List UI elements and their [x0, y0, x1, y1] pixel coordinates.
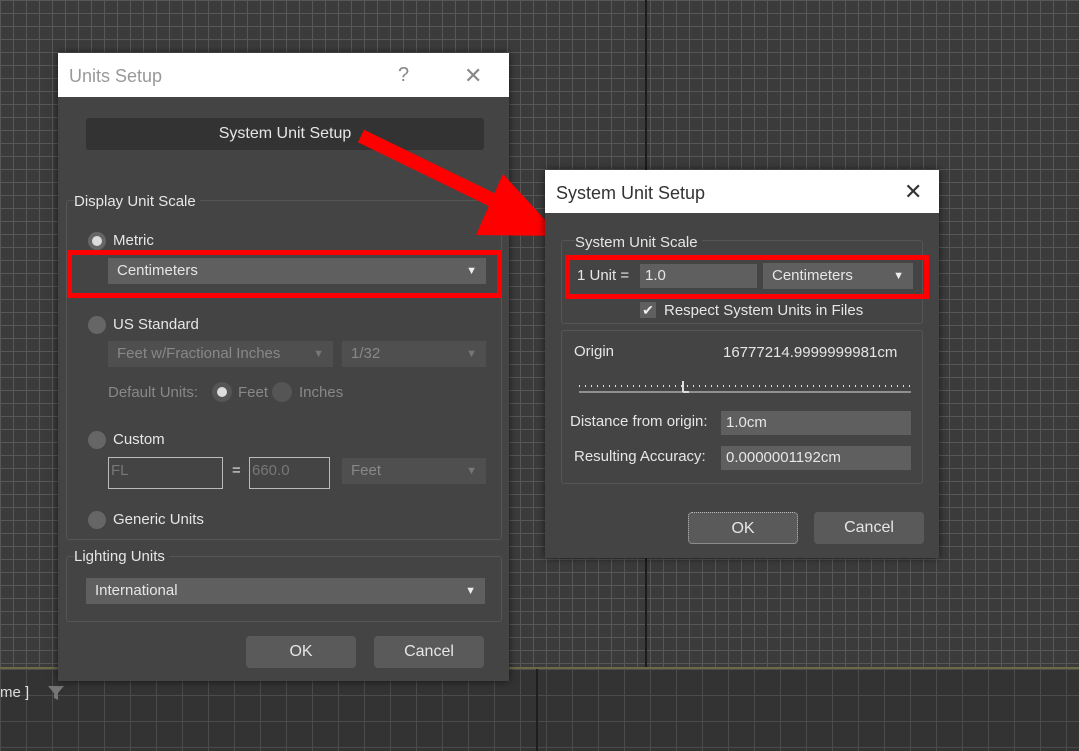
cancel-button[interactable]: Cancel — [814, 512, 924, 544]
us-units-value: Feet w/Fractional Inches — [117, 345, 281, 362]
chevron-down-icon: ▼ — [466, 465, 477, 477]
chevron-down-icon: ▼ — [466, 348, 477, 360]
custom-label: Custom — [113, 431, 165, 448]
ok-button[interactable]: OK — [246, 636, 356, 668]
timeline-area — [0, 669, 1079, 751]
distance-label: Distance from origin: — [570, 413, 708, 430]
dialog-title: System Unit Setup — [556, 183, 706, 203]
generic-units-radio[interactable] — [88, 511, 106, 529]
generic-units-label: Generic Units — [113, 511, 204, 528]
distance-field[interactable]: 1.0cm — [721, 411, 911, 435]
metric-label: Metric — [113, 232, 154, 249]
filter-icon[interactable] — [47, 685, 65, 701]
metric-radio[interactable] — [88, 232, 106, 250]
respect-units-checkbox[interactable]: ✔ — [640, 302, 656, 318]
feet-radio[interactable] — [212, 382, 232, 402]
system-unit-scale-title: System Unit Scale — [575, 234, 702, 251]
us-units-dropdown[interactable]: Feet w/Fractional Inches ▼ — [108, 341, 333, 367]
custom-unit-value: Feet — [351, 462, 382, 479]
origin-slider[interactable] — [579, 378, 911, 398]
us-fraction-value: 1/32 — [351, 345, 381, 362]
inches-label: Inches — [299, 384, 344, 401]
system-unit-titlebar: System Unit Setup ✕ — [545, 170, 939, 213]
custom-radio[interactable] — [88, 431, 106, 449]
us-standard-radio[interactable] — [88, 316, 106, 334]
display-unit-scale-title: Display Unit Scale — [74, 193, 200, 210]
frame-label: me ] — [0, 684, 30, 701]
annotation-arrow — [357, 129, 560, 236]
custom-name-field[interactable]: FL — [108, 457, 223, 489]
highlight-box-system-unit — [565, 255, 929, 299]
ok-button[interactable]: OK — [688, 512, 798, 544]
origin-value: 16777214.9999999981cm — [723, 344, 898, 361]
chevron-down-icon: ▼ — [313, 348, 324, 360]
accuracy-label: Resulting Accuracy: — [574, 448, 706, 465]
lighting-units-title: Lighting Units — [74, 548, 169, 565]
cancel-button[interactable]: Cancel — [374, 636, 484, 668]
equals-sign: = — [232, 462, 241, 479]
close-icon[interactable]: ✕ — [464, 63, 482, 89]
system-unit-setup-dialog: System Unit Setup ✕ System Unit Scale 1 … — [545, 170, 939, 558]
default-units-label: Default Units: — [108, 384, 199, 401]
feet-label: Feet — [238, 384, 269, 401]
us-fraction-dropdown[interactable]: 1/32 ▼ — [342, 341, 486, 367]
origin-label: Origin — [574, 343, 615, 360]
inches-radio[interactable] — [272, 382, 292, 402]
us-standard-label: US Standard — [113, 316, 199, 333]
close-icon[interactable]: ✕ — [904, 179, 922, 205]
timeline-split — [536, 669, 538, 751]
accuracy-field: 0.0000001192cm — [721, 446, 911, 470]
respect-units-label: Respect System Units in Files — [664, 302, 864, 319]
highlight-box-metric — [67, 250, 502, 298]
custom-unit-dropdown[interactable]: Feet ▼ — [342, 458, 486, 484]
custom-value-field[interactable]: 660.0 — [249, 457, 330, 489]
chevron-down-icon: ▼ — [465, 585, 476, 597]
help-icon[interactable]: ? — [398, 64, 409, 87]
dialog-title: Units Setup — [69, 66, 163, 86]
units-setup-titlebar: Units Setup ? ✕ — [58, 53, 509, 97]
lighting-units-dropdown[interactable]: International ▼ — [86, 578, 485, 604]
lighting-units-value: International — [95, 582, 178, 599]
